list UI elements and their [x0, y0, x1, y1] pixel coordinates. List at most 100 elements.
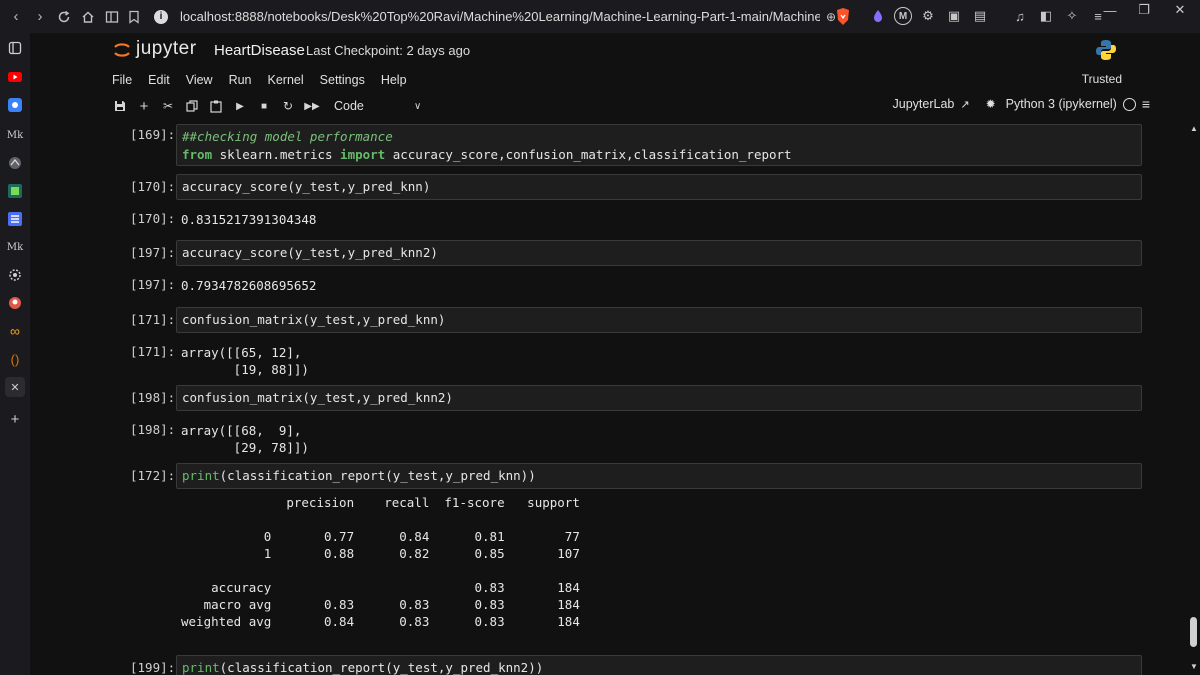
- youtube-icon[interactable]: [5, 67, 25, 87]
- code-input[interactable]: accuracy_score(y_test,y_pred_knn2): [176, 240, 1142, 266]
- cell-type-select[interactable]: Code: [334, 99, 404, 113]
- cell-output: array([[65, 12], [19, 88]]): [181, 345, 309, 377]
- plus-icon[interactable]: +: [5, 409, 25, 429]
- input-prompt: [171]:: [130, 312, 176, 327]
- globe-icon[interactable]: [5, 153, 25, 173]
- restart-icon[interactable]: ↻: [276, 95, 300, 117]
- vpn-icon[interactable]: [868, 6, 888, 26]
- notebook-scrollbar[interactable]: ▲ ▼: [1188, 122, 1200, 675]
- scroll-up-icon[interactable]: ▲: [1189, 124, 1199, 134]
- scrollbar-thumb[interactable]: [1190, 617, 1197, 647]
- code-input[interactable]: accuracy_score(y_test,y_pred_knn): [176, 174, 1142, 200]
- close-icon[interactable]: ✕: [5, 377, 25, 397]
- site-info-icon[interactable]: i: [154, 9, 168, 24]
- jupyter-brand[interactable]: jupyter: [136, 38, 197, 60]
- output-prompt: [171]:: [130, 344, 176, 359]
- notebook-panel: [169]: ##checking model performance from…: [30, 122, 1188, 675]
- menu-file[interactable]: File: [112, 73, 132, 87]
- menu-icon[interactable]: ≡: [1142, 96, 1150, 112]
- kernel-name[interactable]: Python 3 (ipykernel): [1006, 97, 1117, 111]
- output-prompt: [197]:: [130, 277, 176, 292]
- url-text[interactable]: localhost:8888/notebooks/Desk%20Top%20Ra…: [180, 9, 820, 24]
- code-keyword: import: [340, 147, 386, 162]
- code-text: (classification_report(y_test,y_pred_knn…: [219, 468, 536, 483]
- menu-run[interactable]: Run: [229, 73, 252, 87]
- panel-icon[interactable]: [5, 38, 25, 58]
- code-input[interactable]: ##checking model performance from sklear…: [176, 124, 1142, 166]
- list-icon[interactable]: [5, 209, 25, 229]
- trusted-indicator[interactable]: Trusted: [1082, 72, 1122, 86]
- code-text: sklearn.metrics: [212, 147, 341, 162]
- run-icon[interactable]: ▶: [228, 95, 252, 117]
- pin-icon[interactable]: [5, 293, 25, 313]
- bracket-icon[interactable]: (): [5, 349, 25, 369]
- menu-settings[interactable]: Settings: [320, 73, 365, 87]
- forward-icon[interactable]: ›: [30, 0, 50, 33]
- code-builtin: print: [182, 468, 220, 483]
- cut-icon[interactable]: ✂: [156, 95, 180, 117]
- jupyter-logo-icon[interactable]: [112, 40, 132, 60]
- menu-edit[interactable]: Edit: [148, 73, 170, 87]
- stop-icon[interactable]: ■: [252, 95, 276, 117]
- bookmark-icon[interactable]: [124, 0, 144, 33]
- code-text: accuracy_score,confusion_matrix,classifi…: [385, 147, 792, 162]
- add-cell-icon[interactable]: +: [132, 95, 156, 117]
- debugger-icon[interactable]: ✹: [986, 97, 996, 111]
- input-prompt: [199]:: [130, 660, 176, 675]
- paste-icon[interactable]: [204, 95, 228, 117]
- menu-kernel[interactable]: Kernel: [268, 73, 304, 87]
- shield-icon[interactable]: [5, 95, 25, 115]
- menu-help[interactable]: Help: [381, 73, 407, 87]
- address-bar[interactable]: i localhost:8888/notebooks/Desk%20Top%20…: [154, 5, 854, 28]
- cell-output: 0.8315217391304348: [181, 212, 317, 227]
- reload-icon[interactable]: [54, 0, 74, 33]
- jupyterlab-link[interactable]: JupyterLab: [893, 97, 955, 111]
- code-input[interactable]: print(classification_report(y_test,y_pre…: [176, 463, 1142, 489]
- input-prompt: [169]:: [130, 127, 176, 142]
- fast-forward-icon[interactable]: ▶▶: [300, 95, 324, 117]
- app-icon[interactable]: [5, 181, 25, 201]
- scroll-down-icon[interactable]: ▼: [1189, 662, 1199, 672]
- code-input[interactable]: print(classification_report(y_test,y_pre…: [176, 655, 1142, 675]
- extension-icon[interactable]: ▤: [970, 6, 990, 26]
- chevron-down-icon[interactable]: ∨: [414, 101, 421, 112]
- mk2-icon[interactable]: Mk: [5, 237, 25, 257]
- cell-output: array([[68, 9], [29, 78]]): [181, 423, 309, 455]
- browser-toolbar: ‹ › i localhost:8888/notebooks/Desk%20To…: [0, 0, 1200, 33]
- cell-output: 0.7934782608695652: [181, 278, 317, 293]
- input-prompt: [198]:: [130, 390, 176, 405]
- save-icon[interactable]: [108, 95, 132, 117]
- code-input[interactable]: confusion_matrix(y_test,y_pred_knn2): [176, 385, 1142, 411]
- input-prompt: [172]:: [130, 468, 176, 483]
- github-icon[interactable]: ⚙: [918, 6, 938, 26]
- python-logo-icon: [1096, 40, 1116, 60]
- kernel-idle-icon: [1122, 97, 1136, 111]
- browser-sidebar: Mk Mk ∞ () ✕ +: [0, 33, 30, 675]
- maximize-icon[interactable]: ❐: [1124, 0, 1164, 20]
- infinity-icon[interactable]: ∞: [5, 321, 25, 341]
- code-keyword: from: [182, 147, 213, 162]
- jupyter-header: jupyter HeartDisease Last Checkpoint: 2 …: [30, 33, 1200, 68]
- close-window-icon[interactable]: ✕: [1160, 0, 1200, 20]
- output-prompt: [198]:: [130, 422, 176, 437]
- music-icon[interactable]: ♫: [1010, 6, 1030, 26]
- ai-sparkle-icon[interactable]: ✧: [1062, 6, 1082, 26]
- menu-view[interactable]: View: [186, 73, 213, 87]
- gear-icon[interactable]: [5, 265, 25, 285]
- back-icon[interactable]: ‹: [6, 0, 26, 33]
- external-link-icon[interactable]: ↗: [960, 98, 969, 111]
- home-icon[interactable]: [78, 0, 98, 33]
- notebook-title[interactable]: HeartDisease: [214, 42, 305, 59]
- screenshot-icon[interactable]: ▣: [944, 6, 964, 26]
- split-view-icon[interactable]: ◧: [1036, 6, 1056, 26]
- brave-shield-icon[interactable]: [834, 7, 852, 26]
- input-prompt: [170]:: [130, 179, 176, 194]
- copy-icon[interactable]: [180, 95, 204, 117]
- classification-report-output: precision recall f1-score support 0 0.77…: [181, 495, 580, 629]
- last-checkpoint: Last Checkpoint: 2 days ago: [306, 43, 471, 58]
- code-text: (classification_report(y_test,y_pred_knn…: [219, 660, 544, 675]
- sidebar-toggle-icon[interactable]: [102, 0, 122, 33]
- mk-icon[interactable]: Mk: [5, 125, 25, 145]
- extension-m-icon[interactable]: M: [894, 7, 912, 25]
- code-input[interactable]: confusion_matrix(y_test,y_pred_knn): [176, 307, 1142, 333]
